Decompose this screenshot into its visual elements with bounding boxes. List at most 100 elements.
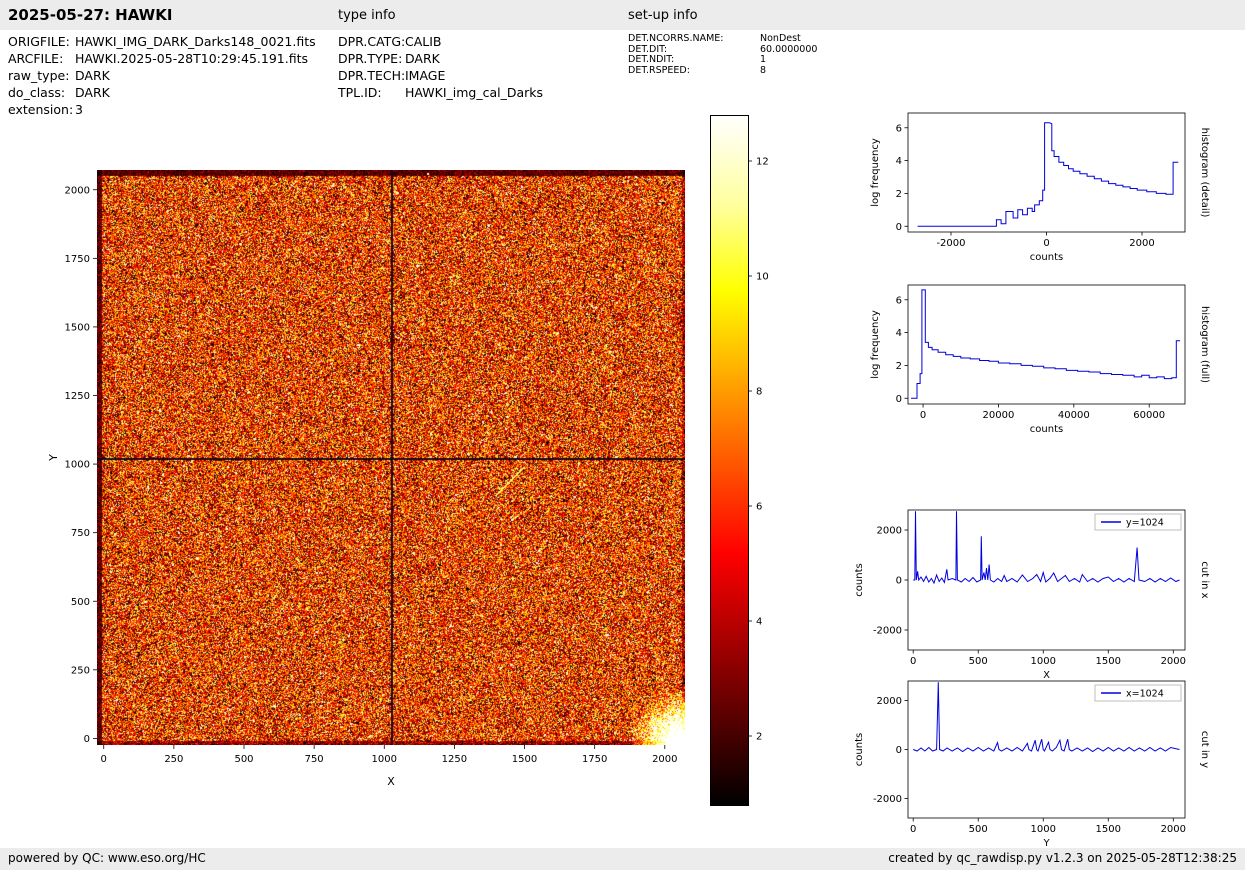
right-side-label: cut in y — [1199, 731, 1210, 768]
tick-label: 40000 — [1058, 410, 1090, 421]
x-axis-label: X — [1043, 670, 1050, 681]
meta-value: 1 — [760, 54, 767, 65]
file-info-block: ORIGFILE: HAWKI_IMG_DARK_Darks148_0021.fi… — [8, 33, 316, 118]
tick-label: 1750 — [582, 754, 607, 765]
meta-label: DET.NCORRS.NAME: — [628, 33, 724, 44]
y-axis-label: log frequency — [870, 310, 881, 379]
tick-label: 0 — [910, 656, 916, 667]
meta-value: 60.0000000 — [760, 43, 818, 55]
tick-label: 1500 — [65, 322, 90, 333]
meta-label: ARCFILE: — [8, 51, 64, 66]
y-axis-label: log frequency — [870, 138, 881, 207]
tick-label: 500 — [969, 824, 988, 835]
meta-row: raw_type: DARK — [8, 67, 316, 84]
cut-in-y-chart: 0 500 1000 1500 2000-200002000Ycounts cut in … — [854, 680, 1210, 849]
axes-frame — [907, 509, 1186, 651]
meta-value: HAWKI_IMG_DARK_Darks148_0021.fits — [75, 34, 316, 49]
legend-box — [1094, 684, 1182, 702]
tick-label: 750 — [305, 754, 324, 765]
tick-label: 2 — [896, 361, 902, 372]
tick-label: 500 — [969, 656, 988, 667]
colorbar-tick-label: 6 — [756, 502, 762, 513]
meta-row: DPR.CATG:CALIB — [338, 33, 543, 50]
header-bar: 2025-05-27: HAWKI type info set-up info — [0, 0, 1245, 30]
meta-label: extension: — [8, 102, 74, 117]
tick-label: -2000 — [936, 238, 965, 249]
meta-value: DARK — [75, 85, 110, 100]
data-series-line — [917, 122, 1179, 227]
tick-label: 0 — [896, 394, 902, 405]
x-axis-label: counts — [1030, 424, 1063, 435]
axes-frame — [907, 112, 1186, 233]
tick-label: 1750 — [65, 254, 90, 265]
type-info-block: DPR.CATG:CALIB DPR.TYPE: DARK DPR.TECH:IMAG… — [338, 33, 543, 101]
tick-label: 500 — [71, 597, 90, 608]
footer-powered-by: powered by QC: www.eso.org/HC — [8, 851, 206, 865]
tick-label: 1500 — [512, 754, 537, 765]
meta-row: extension: 3 — [8, 101, 316, 118]
tick-label: 2000 — [1161, 824, 1186, 835]
right-side-label: histogram (detail) — [1199, 128, 1210, 218]
x-axis-label: X — [387, 775, 395, 788]
tick-label: 2000 — [652, 754, 677, 765]
type-info-heading: type info — [338, 8, 396, 23]
tick-label: 4 — [896, 156, 902, 167]
tick-label: 60000 — [1133, 410, 1165, 421]
footer-bar: powered by QC: www.eso.org/HC created by… — [0, 848, 1245, 870]
meta-label: DET.RSPEED: — [628, 64, 690, 76]
tick-label: -2000 — [873, 626, 902, 637]
meta-value: CALIB — [405, 34, 442, 49]
meta-row: do_class: DARK — [8, 84, 316, 101]
axes-frame — [907, 680, 1186, 819]
qc-report-page: 2025-05-27: HAWKI type info set-up info … — [0, 0, 1245, 870]
meta-label: DPR.TECH: — [338, 68, 406, 83]
meta-row: DPR.TYPE: DARK — [338, 50, 543, 67]
tick-label: 2000 — [1129, 238, 1154, 249]
meta-value: DARK — [75, 68, 110, 83]
colorbar-tick-label: 2 — [756, 732, 762, 743]
tick-label: 1000 — [1031, 656, 1056, 667]
tick-label: 0 — [84, 734, 90, 745]
tick-label: 500 — [234, 754, 253, 765]
meta-label: DPR.TYPE: — [338, 51, 403, 66]
tick-label: 1000 — [372, 754, 397, 765]
meta-value: HAWKI.2025-05-28T10:29:45.191.fits — [75, 51, 308, 66]
detector-image — [97, 170, 685, 745]
tick-label: 0 — [896, 222, 902, 233]
tick-label: 1250 — [65, 391, 90, 402]
meta-value: 8 — [760, 64, 767, 76]
tick-label: 0 — [896, 576, 902, 587]
tick-label: 0 — [101, 754, 107, 765]
setup-info-heading: set-up info — [628, 8, 698, 23]
colorbar-tick-label: 12 — [756, 157, 769, 168]
tick-label: 0 — [1043, 238, 1049, 249]
meta-row: TPL.ID: HAWKI_img_cal_Darks — [338, 84, 543, 101]
meta-value: 3 — [75, 102, 83, 117]
tick-label: 0 — [896, 745, 902, 756]
setup-info-block: DET.NCORRS.NAME: NonDest DET.DIT: 60.000000… — [628, 33, 818, 76]
tick-label: 1000 — [1031, 824, 1056, 835]
tick-label: 750 — [71, 528, 90, 539]
tick-label: 0 — [910, 824, 916, 835]
meta-label: ORIGFILE: — [8, 34, 70, 49]
axes-frame — [907, 284, 1186, 405]
tick-label: 20000 — [983, 410, 1015, 421]
tick-label: 0 — [920, 410, 926, 421]
tick-label: 1250 — [442, 754, 467, 765]
data-series-line — [911, 289, 1181, 399]
tick-label: 1500 — [1096, 824, 1121, 835]
histogram-full-chart: 0 20000 40000 60000 0 2 4 6 counts log frequency h… — [870, 284, 1210, 435]
tick-label: 2000 — [877, 526, 902, 537]
legend-box — [1094, 513, 1182, 531]
meta-value: NonDest — [760, 33, 801, 44]
tick-label: 6 — [896, 295, 902, 306]
legend-label: y=1024 — [1126, 518, 1164, 529]
footer-created-by: created by qc_rawdisp.py v1.2.3 on 2025-… — [888, 851, 1237, 865]
chart-group: 0 20000 40000 60000 0 2 4 6 counts log frequency h… — [870, 284, 1210, 435]
meta-label: raw_type: — [8, 68, 70, 83]
right-side-label: cut in x — [1199, 561, 1210, 598]
meta-label: do_class: — [8, 85, 66, 100]
colorbar-tick-label: 8 — [756, 387, 762, 398]
meta-label: TPL.ID: — [338, 85, 382, 100]
chart-group: -2000 0 2000 0 2 4 6 counts log frequency histogr… — [870, 112, 1210, 263]
